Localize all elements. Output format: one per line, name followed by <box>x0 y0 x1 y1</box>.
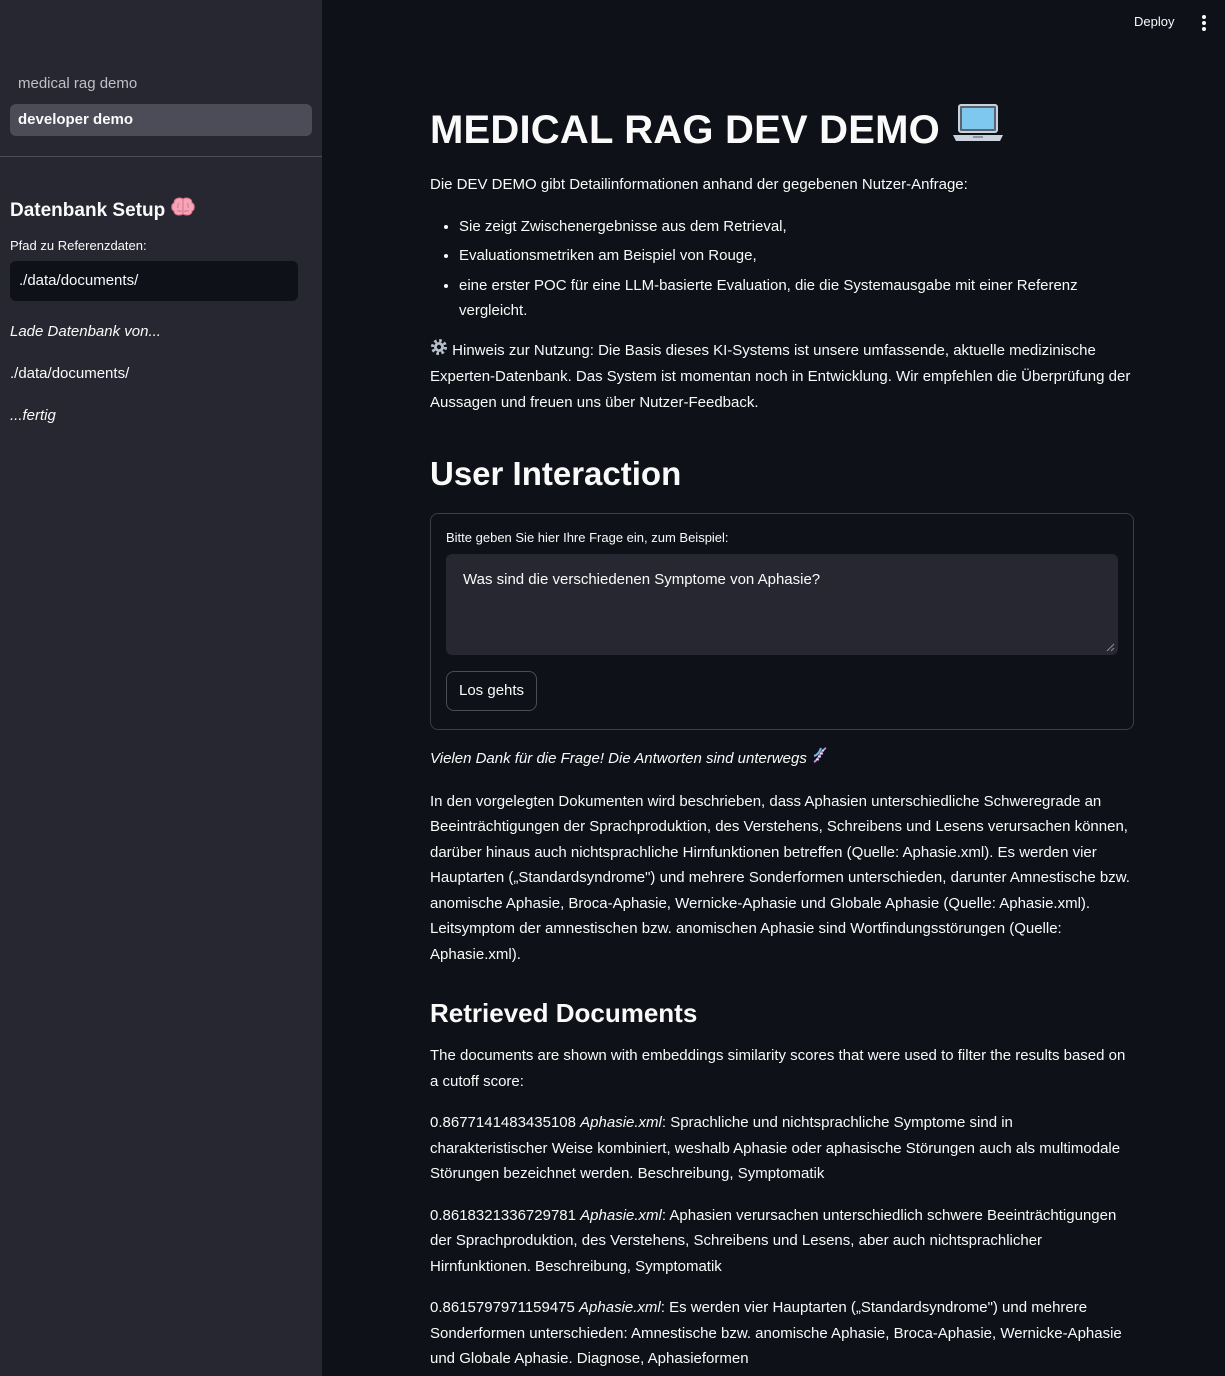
answer-text: In den vorgelegten Dokumenten wird besch… <box>430 792 1130 963</box>
retrieved-document: 0.8615797971159475 Aphasie.xml: Es werde… <box>430 1295 1134 1372</box>
usage-note: Hinweis zur Nutzung: Die Basis dieses KI… <box>430 338 1134 416</box>
loading-text: Lade Datenbank von... <box>10 323 161 340</box>
question-form: Bitte geben Sie hier Ihre Frage ein, zum… <box>430 513 1134 730</box>
deploy-button[interactable]: Deploy <box>1126 12 1182 31</box>
sidebar-divider <box>0 156 322 157</box>
submit-button[interactable]: Los gehts <box>446 671 538 711</box>
retrieved-intro-text: The documents are shown with embeddings … <box>430 1047 1126 1090</box>
database-setup-heading: Datenbank Setup <box>10 196 298 222</box>
path-label: Pfad zu Referenzdaten: <box>10 238 147 253</box>
page-title-text: MEDICAL RAG DEV DEMO <box>430 108 940 152</box>
retrieved-document: 0.8677141483435108 Aphasie.xml: Sprachli… <box>430 1110 1134 1187</box>
path-input[interactable] <box>10 261 298 301</box>
user-interaction-heading: User Interaction <box>430 455 682 492</box>
sidebar-nav: medical rag demo developer demo <box>0 0 322 136</box>
page-title: MEDICAL RAG DEV DEMO <box>430 100 1134 160</box>
nav-item-medical-rag-demo[interactable]: medical rag demo <box>10 68 312 100</box>
document-file: Aphasie.xml <box>580 1206 662 1224</box>
loaded-path-text: ./data/documents/ <box>10 365 130 382</box>
gear-icon <box>430 338 448 365</box>
vertical-dots-icon[interactable] <box>1194 12 1214 34</box>
question-label: Bitte geben Sie hier Ihre Frage ein, zum… <box>446 530 729 545</box>
main-content: MEDICAL RAG DEV DEMO Die DEV DEMO gibt D… <box>430 100 1134 1372</box>
document-file: Aphasie.xml <box>580 1114 662 1131</box>
database-setup-heading-text: Datenbank Setup <box>10 200 166 222</box>
dna-icon <box>811 746 829 773</box>
retrieved-documents-heading: Retrieved Documents <box>430 998 698 1028</box>
list-item: Sie zeigt Zwischenergebnisse aus dem Ret… <box>459 214 1134 240</box>
nav-item-developer-demo[interactable]: developer demo <box>10 104 312 136</box>
intro-text: Die DEV DEMO gibt Detailinformationen an… <box>430 176 968 193</box>
usage-note-text: Hinweis zur Nutzung: Die Basis dieses KI… <box>430 341 1131 411</box>
list-item: eine erster POC für eine LLM-basierte Ev… <box>459 273 1134 324</box>
question-textarea[interactable]: Was sind die verschiedenen Symptome von … <box>446 554 1118 655</box>
resize-grip-icon[interactable] <box>1106 643 1115 652</box>
document-score: 0.8677141483435108 <box>430 1114 576 1131</box>
thanks-message-text: Vielen Dank für die Frage! Die Antworten… <box>430 750 807 768</box>
question-text: Was sind die verschiedenen Symptome von … <box>463 571 821 588</box>
laptop-icon <box>951 102 1005 163</box>
done-text: ...fertig <box>10 407 56 424</box>
thanks-message: Vielen Dank für die Frage! Die Antworten… <box>430 746 1134 773</box>
document-score: 0.8615797971159475 <box>430 1299 575 1316</box>
list-item: Evaluationsmetriken am Beispiel von Roug… <box>459 243 1134 269</box>
document-score: 0.8618321336729781 <box>430 1206 576 1224</box>
sidebar: medical rag demo developer demo Datenban… <box>0 0 322 1376</box>
brain-icon <box>170 196 196 226</box>
feature-list: Sie zeigt Zwischenergebnisse aus dem Ret… <box>430 214 1134 324</box>
document-file: Aphasie.xml <box>579 1299 661 1316</box>
sidebar-content: Datenbank Setup Pfad zu Referenzdaten: L… <box>10 196 298 427</box>
retrieved-document: 0.8618321336729781 Aphasie.xml: Aphasien… <box>430 1203 1134 1280</box>
